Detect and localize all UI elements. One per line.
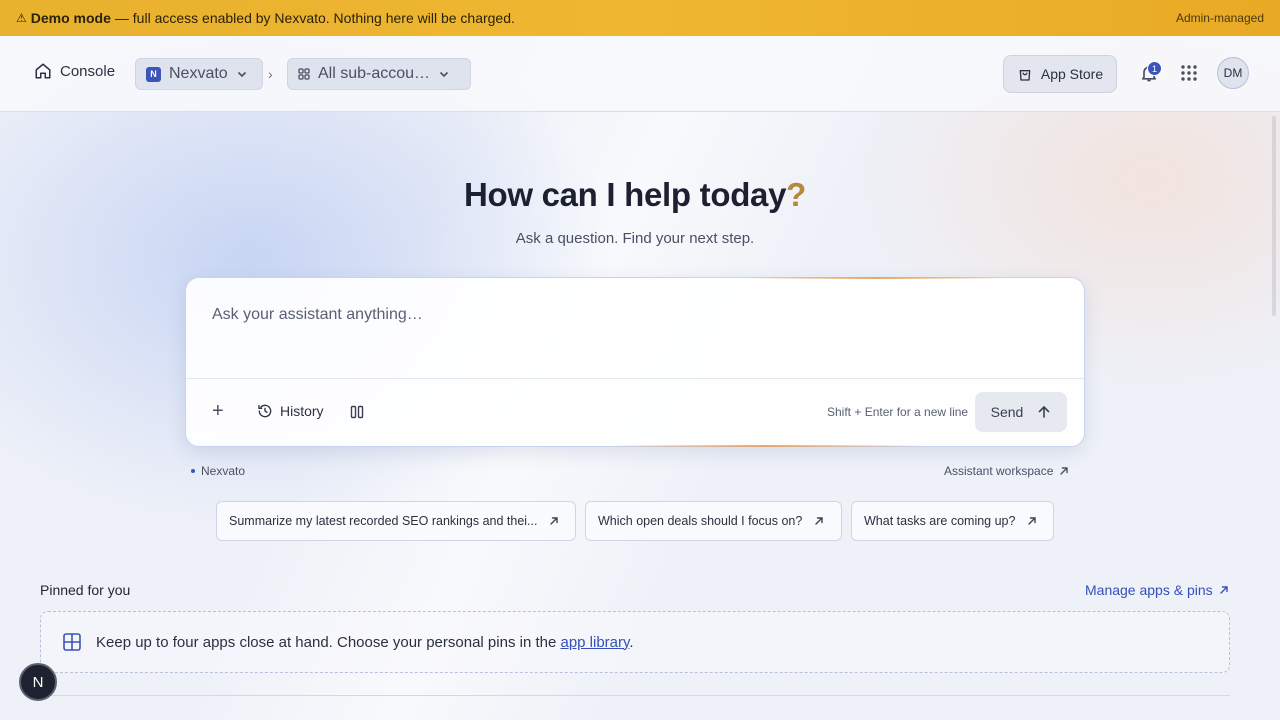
chevron-down-icon (439, 71, 449, 78)
context-org-tag: Nexvato (191, 464, 245, 478)
suggestion-text: Which open deals should I focus on? (598, 514, 803, 528)
status-dot (191, 469, 195, 473)
assistant-workspace-link[interactable]: Assistant workspace (944, 464, 1069, 478)
app-grid-icon[interactable] (1180, 64, 1198, 82)
manage-apps-label: Manage apps & pins (1085, 582, 1213, 598)
banner-message: ⚠ Demo mode — full access enabled by Nex… (16, 10, 515, 26)
app-store-label: App Store (1040, 66, 1104, 82)
scrollbar[interactable] (1272, 116, 1276, 316)
add-attachment-button[interactable]: + (212, 401, 232, 422)
pinned-apps-empty-state: Keep up to four apps close at hand. Choo… (40, 611, 1230, 673)
user-avatar[interactable]: DM (1217, 57, 1249, 89)
composer-accent (746, 277, 1006, 279)
console-label: Console (60, 62, 116, 80)
send-button[interactable]: Send (975, 392, 1067, 432)
warning-icon: ⚠ (16, 11, 27, 25)
home-icon (35, 63, 51, 79)
arrow-up-icon (1039, 405, 1050, 418)
banner-text: — full access enabled by Nexvato. Nothin… (114, 10, 515, 26)
chevron-down-icon (237, 71, 246, 78)
organization-switcher[interactable]: N Nexvato (135, 58, 263, 90)
notification-badge: 1 (1147, 61, 1162, 76)
suggestion-chip[interactable]: What tasks are coming up? (851, 501, 1054, 541)
layout-grid-icon (63, 633, 81, 651)
banner-title: Demo mode (30, 10, 111, 26)
demo-mode-banner: ⚠ Demo mode — full access enabled by Nex… (0, 0, 1280, 36)
hero-title-mark: ? (786, 176, 807, 213)
subaccount-label: All sub-accou… (318, 65, 431, 82)
pinned-empty-message: Keep up to four apps close at hand. Choo… (96, 634, 634, 651)
arrow-up-right-icon (1219, 586, 1228, 594)
org-badge: N (146, 66, 161, 82)
send-label: Send (990, 404, 1024, 420)
suggestion-chip[interactable]: Which open deals should I focus on? (585, 501, 842, 541)
manage-apps-link[interactable]: Manage apps & pins (1085, 582, 1229, 598)
assistant-composer: + History Shift + Enter for a new line S… (185, 277, 1085, 447)
suggestion-text: What tasks are coming up? (864, 514, 1016, 528)
org-tag-label: Nexvato (201, 464, 246, 478)
pinned-section-title: Pinned for you (40, 582, 131, 598)
columns-icon[interactable] (350, 405, 364, 419)
subaccount-switcher[interactable]: All sub-accou… (287, 58, 471, 90)
shopping-bag-icon (1019, 70, 1031, 81)
org-name: Nexvato (169, 65, 228, 82)
section-divider (40, 695, 1230, 696)
app-library-link[interactable]: app library (560, 634, 629, 651)
apps-icon (298, 68, 310, 80)
assistant-launcher-button[interactable]: N (19, 663, 57, 701)
console-link[interactable]: Console (34, 62, 115, 80)
pinned-empty-text: Keep up to four apps close at hand. Choo… (96, 633, 557, 651)
composer-divider (186, 378, 1084, 379)
assistant-prompt-input[interactable] (212, 306, 1052, 324)
new-line-hint: Shift + Enter for a new line (827, 405, 969, 419)
arrow-up-right-icon (1060, 467, 1069, 475)
top-header: Console N Nexvato › All sub-accou… App S… (0, 36, 1280, 112)
hero-title: How can I help today? (0, 176, 1270, 214)
breadcrumb-separator: › (268, 66, 273, 82)
hero-subtitle: Ask a question. Find your next step. (515, 230, 755, 247)
suggestion-chip[interactable]: Summarize my latest recorded SEO ranking… (216, 501, 576, 541)
history-label: History (280, 403, 324, 419)
app-store-button[interactable]: App Store (1003, 55, 1117, 93)
composer-accent (606, 445, 926, 447)
arrow-up-right-icon (1028, 517, 1037, 525)
history-icon (258, 404, 272, 418)
hero-title-text: How can I help today (463, 176, 787, 213)
admin-managed-label: Admin-managed (1175, 11, 1264, 25)
pinned-empty-end: . (629, 633, 634, 651)
suggestion-text: Summarize my latest recorded SEO ranking… (229, 514, 538, 528)
arrow-up-right-icon (815, 517, 823, 525)
workspace-link-label: Assistant workspace (944, 464, 1054, 478)
history-button[interactable]: History (257, 403, 324, 419)
arrow-up-right-icon (550, 517, 559, 525)
